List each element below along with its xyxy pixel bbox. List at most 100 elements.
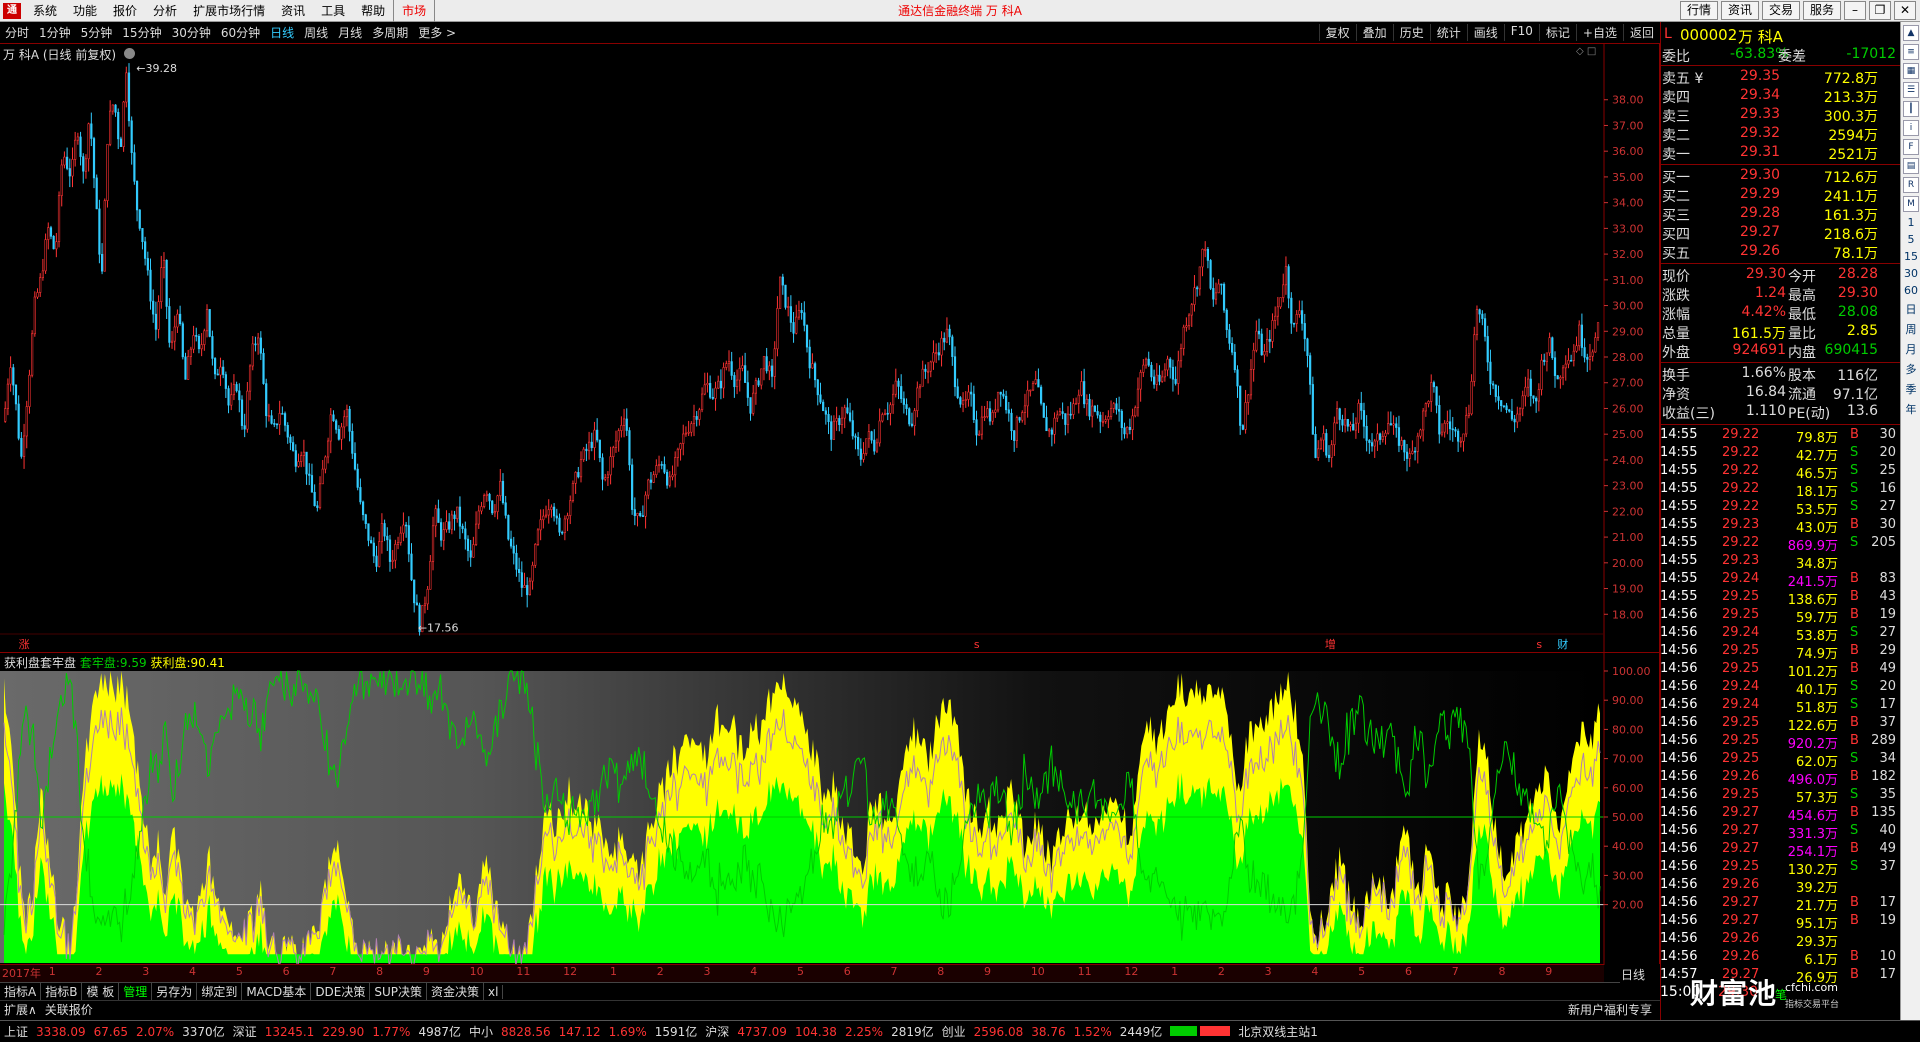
tab-bind[interactable]: 绑定到 [197, 983, 243, 1000]
sidebar-kline-icon[interactable]: ┃ [1903, 101, 1919, 117]
tool-statistics[interactable]: 统计 [1429, 24, 1467, 41]
menu-item-extended-market[interactable]: 扩展市场行情 [185, 0, 273, 22]
menu-item-system[interactable]: 系统 [25, 0, 65, 22]
sidebar-chart-icon[interactable]: ≡ [1903, 44, 1919, 60]
menu-item-analysis[interactable]: 分析 [145, 0, 185, 22]
tab-macd[interactable]: MACD基本 [242, 983, 312, 1000]
server-name[interactable]: 北京双线主站1 [1234, 1023, 1322, 1040]
sidebar-period-60[interactable]: 60 [1901, 284, 1920, 297]
indicator-panel[interactable]: 20.00 30.00 40.00 50.00 60.00 70.00 80.00 90.00… [0, 652, 1660, 969]
period-tab[interactable]: 60分钟 [216, 24, 265, 41]
period-tab[interactable]: 15分钟 [117, 24, 166, 41]
top-button-trade[interactable]: 交易 [1761, 1, 1800, 20]
sidebar-period-5[interactable]: 5 [1901, 233, 1920, 246]
tool-overlay[interactable]: 叠加 [1355, 24, 1393, 41]
period-tab[interactable]: 分时 [0, 24, 34, 41]
tab-xl[interactable]: xl [484, 984, 504, 999]
tool-back[interactable]: 返回 [1622, 24, 1660, 41]
tab-fund[interactable]: 资金决策 [427, 983, 485, 1000]
promo-link[interactable]: 新用户福利专享 [1568, 1001, 1652, 1018]
menu-item-tools[interactable]: 工具 [313, 0, 353, 22]
tab-save-as[interactable]: 另存为 [152, 983, 198, 1000]
restore-icon[interactable]: ❐ [1869, 1, 1891, 20]
menu-item-news[interactable]: 资讯 [273, 0, 313, 22]
event-marker[interactable]: s [974, 638, 980, 651]
period-tab[interactable]: 多周期 [367, 24, 413, 41]
tool-add-watchlist[interactable]: +自选 [1575, 24, 1623, 41]
candle-body [1182, 326, 1185, 349]
top-button-quotes[interactable]: 行情 [1679, 1, 1718, 20]
event-marker[interactable]: 涨 [19, 638, 30, 651]
sidebar-table-icon[interactable]: ▤ [1903, 158, 1919, 174]
sidebar-period-1[interactable]: 1 [1901, 216, 1920, 229]
sidebar-period-month[interactable]: 月 [1901, 341, 1920, 357]
sidebar-info-icon[interactable]: i [1903, 120, 1919, 136]
menu-item-market[interactable]: 市场 [393, 0, 436, 22]
candle-body [760, 368, 763, 386]
tab-sup[interactable]: SUP决策 [370, 983, 428, 1000]
period-tab[interactable]: 周线 [299, 24, 333, 41]
sidebar-macd-icon[interactable]: M [1903, 196, 1919, 212]
tab-template[interactable]: 模 板 [82, 983, 120, 1000]
index-name[interactable]: 中小 [465, 1023, 497, 1040]
kline-chart-panel[interactable]: 18.00 19.00 20.00 21.00 22.00 23.00 24.00 25.00… [0, 44, 1660, 652]
tab-dde[interactable]: DDE决策 [311, 983, 371, 1000]
kline-chart-svg[interactable]: 18.00 19.00 20.00 21.00 22.00 23.00 24.00 25.00… [0, 44, 1660, 652]
price-tick-label: 32.00 [1612, 248, 1644, 261]
candle-body [343, 416, 346, 428]
index-percent: 2.25% [844, 1024, 884, 1039]
tick-price: 29.26 [1722, 931, 1760, 946]
close-icon[interactable]: ✕ [1894, 1, 1916, 20]
sidebar-period-30[interactable]: 30 [1901, 267, 1920, 280]
sidebar-arrow-up-icon[interactable]: ▲ [1903, 25, 1919, 41]
sidebar-period-15[interactable]: 15 [1901, 250, 1920, 263]
event-marker[interactable]: 增 [1325, 637, 1336, 651]
sidebar-rsi-icon[interactable]: R [1903, 177, 1919, 193]
period-tab[interactable]: 5分钟 [76, 24, 118, 41]
period-tab[interactable]: 1分钟 [34, 24, 76, 41]
top-button-service[interactable]: 服务 [1802, 1, 1841, 20]
sidebar-period-season[interactable]: 季 [1901, 381, 1920, 397]
tool-history[interactable]: 历史 [1392, 24, 1430, 41]
indicator-name[interactable]: 获利盘套牢盘 [4, 656, 76, 670]
menu-item-quote[interactable]: 报价 [105, 0, 145, 22]
index-name[interactable]: 创业 [938, 1023, 970, 1040]
sidebar-f10-icon[interactable]: F [1903, 139, 1919, 155]
event-marker[interactable]: s [1536, 638, 1542, 651]
related-quotes-button[interactable]: 关联报价 [41, 1001, 97, 1018]
tool-f10[interactable]: F10 [1503, 24, 1539, 41]
chart-corner-icons[interactable]: ◇ □ [1576, 46, 1596, 57]
tool-mark[interactable]: 标记 [1538, 24, 1576, 41]
tick-row: 14:56 29.25 101.2万 B 49 [1660, 661, 1900, 680]
period-tab-more[interactable]: 更多 > [413, 24, 461, 41]
period-tab[interactable]: 月线 [333, 24, 367, 41]
index-name[interactable]: 沪深 [701, 1023, 733, 1040]
sidebar-period-day[interactable]: 日 [1901, 301, 1920, 317]
period-tab-daily[interactable]: 日线 [265, 24, 299, 41]
menu-item-function[interactable]: 功能 [65, 0, 105, 22]
minimize-icon[interactable]: – [1844, 1, 1866, 20]
candle-body [165, 259, 168, 307]
event-marker[interactable]: 财 [1557, 637, 1568, 651]
indicator-chart-svg[interactable]: 20.00 30.00 40.00 50.00 60.00 70.00 80.00 90.00… [0, 653, 1660, 969]
menu-item-help[interactable]: 帮助 [353, 0, 393, 22]
top-button-news[interactable]: 资讯 [1720, 1, 1759, 20]
sidebar-period-week[interactable]: 周 [1901, 321, 1920, 337]
sidebar-period-multi[interactable]: 多 [1901, 361, 1920, 377]
tool-draw[interactable]: 画线 [1466, 24, 1504, 41]
sidebar-grid-icon[interactable]: ▦ [1903, 63, 1919, 79]
period-tab[interactable]: 30分钟 [167, 24, 216, 41]
candle-body [1295, 314, 1298, 324]
tool-restore-rights[interactable]: 复权 [1318, 24, 1356, 41]
index-name[interactable]: 深证 [229, 1023, 261, 1040]
sidebar-list-icon[interactable]: ☰ [1903, 82, 1919, 98]
candle-body [940, 337, 943, 356]
index-name[interactable]: 上证 [0, 1023, 32, 1040]
tab-indicator-a[interactable]: 指标A [0, 983, 42, 1000]
sidebar-period-year[interactable]: 年 [1901, 401, 1920, 417]
expand-button[interactable]: 扩展∧ [0, 1001, 41, 1018]
tick-count: 182 [1871, 769, 1896, 784]
settings-circle-icon[interactable] [123, 48, 135, 59]
tab-manage[interactable]: 管理 [119, 983, 153, 1000]
tab-indicator-b[interactable]: 指标B [41, 983, 83, 1000]
